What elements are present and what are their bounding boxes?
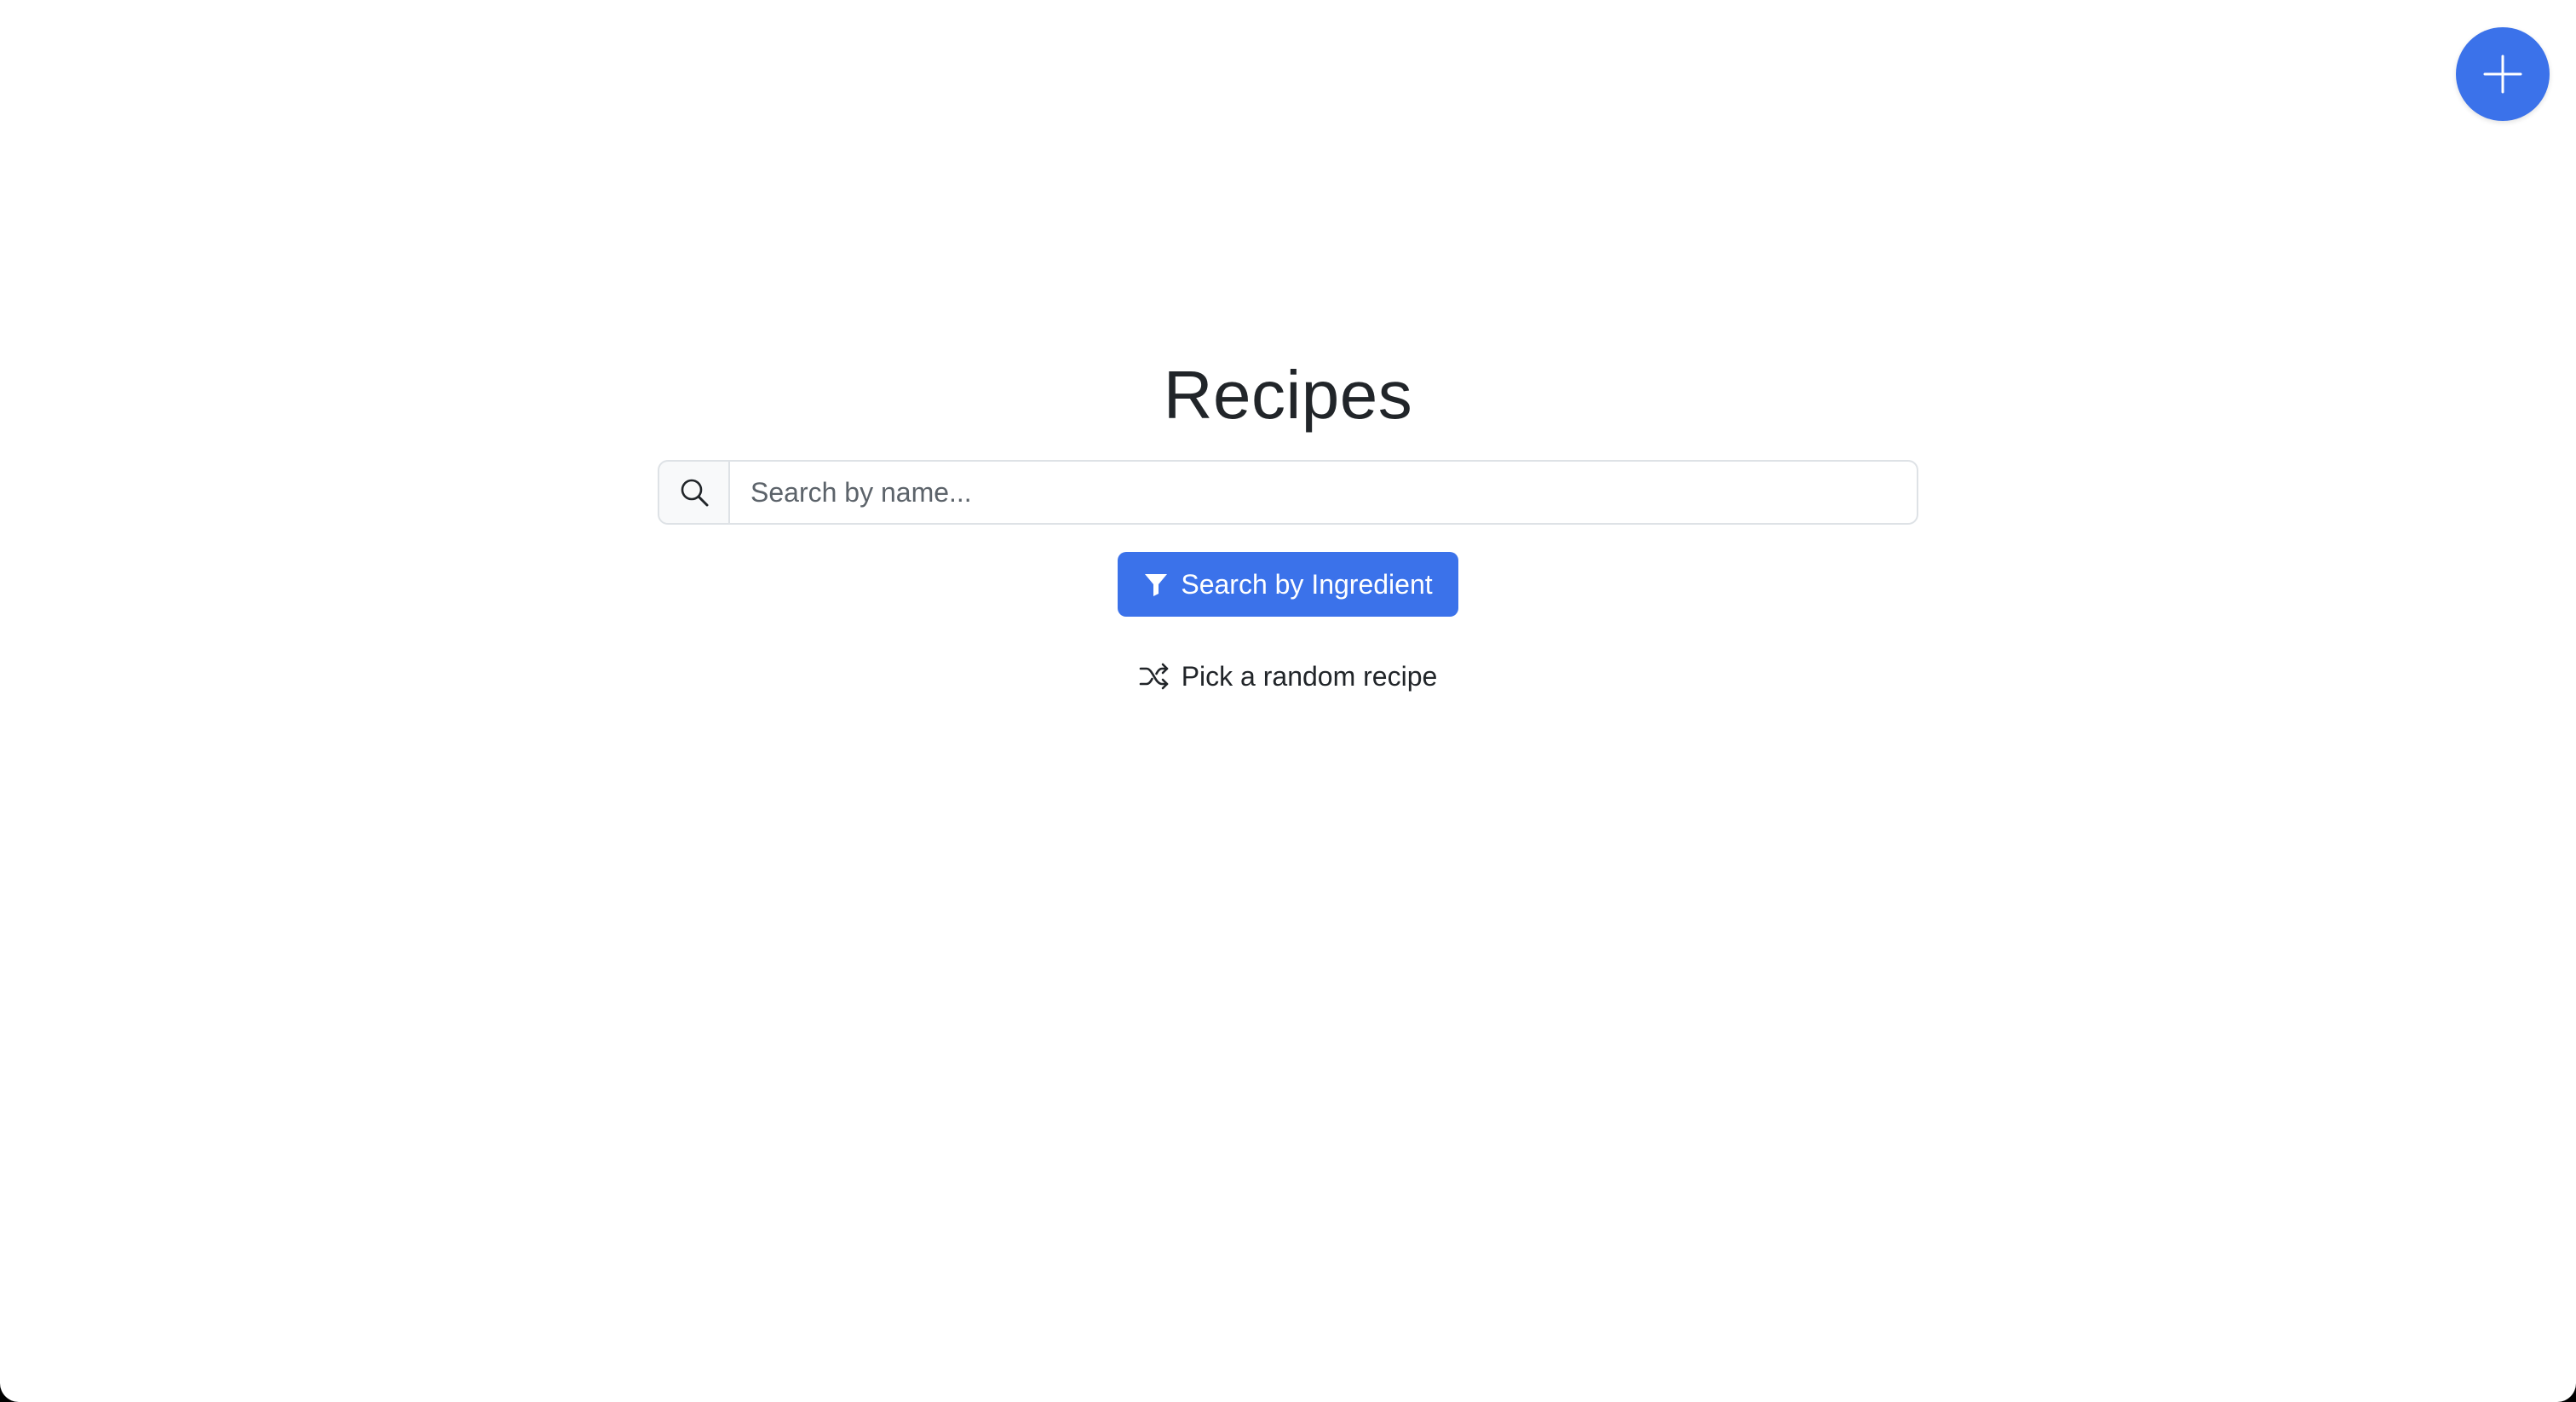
search-icon (681, 479, 708, 507)
search-bar (658, 460, 1918, 525)
search-by-ingredient-label: Search by Ingredient (1181, 568, 1433, 600)
search-addon (658, 460, 729, 525)
random-recipe-label: Pick a random recipe (1181, 660, 1438, 692)
plus-icon (2483, 55, 2522, 94)
add-recipe-button[interactable] (2456, 27, 2550, 121)
random-recipe-link[interactable]: Pick a random recipe (1118, 651, 1458, 702)
search-by-ingredient-button[interactable]: Search by Ingredient (1118, 552, 1458, 617)
funnel-icon (1145, 574, 1168, 596)
page-title: Recipes (1163, 357, 1413, 433)
shuffle-icon (1139, 663, 1169, 690)
app-window: Recipes Search by Ingredient Pick a rand… (0, 0, 2576, 1402)
search-input[interactable] (729, 460, 1918, 525)
